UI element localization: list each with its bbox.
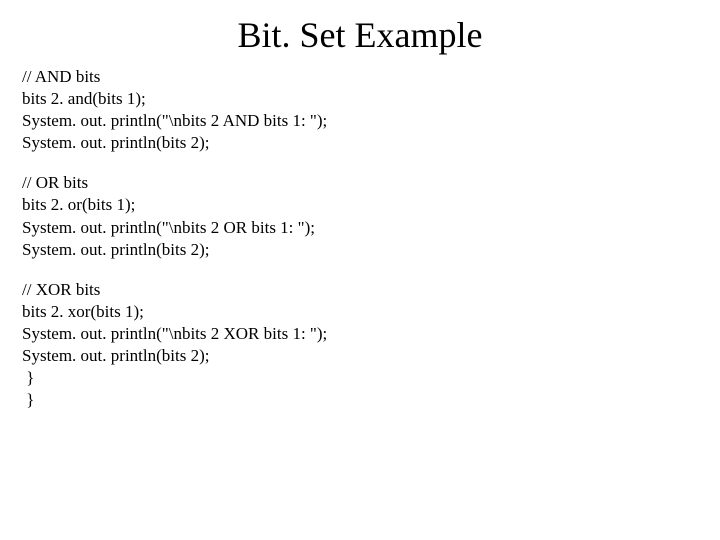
code-line: bits 2. or(bits 1);: [22, 194, 720, 216]
slide-title: Bit. Set Example: [0, 0, 720, 66]
code-line: System. out. println("\nbits 2 OR bits 1…: [22, 217, 720, 239]
code-block-and: // AND bits bits 2. and(bits 1); System.…: [22, 66, 720, 154]
slide-body: // AND bits bits 2. and(bits 1); System.…: [0, 66, 720, 411]
code-line: }: [22, 367, 720, 389]
code-line: System. out. println(bits 2);: [22, 132, 720, 154]
slide: Bit. Set Example // AND bits bits 2. and…: [0, 0, 720, 540]
code-line: bits 2. and(bits 1);: [22, 88, 720, 110]
code-line: System. out. println("\nbits 2 XOR bits …: [22, 323, 720, 345]
code-line: }: [22, 389, 720, 411]
code-line: bits 2. xor(bits 1);: [22, 301, 720, 323]
code-line: System. out. println(bits 2);: [22, 239, 720, 261]
code-block-or: // OR bits bits 2. or(bits 1); System. o…: [22, 172, 720, 260]
code-comment: // OR bits: [22, 172, 720, 194]
code-line: System. out. println(bits 2);: [22, 345, 720, 367]
code-line: System. out. println("\nbits 2 AND bits …: [22, 110, 720, 132]
code-comment: // XOR bits: [22, 279, 720, 301]
code-block-xor: // XOR bits bits 2. xor(bits 1); System.…: [22, 279, 720, 412]
code-comment: // AND bits: [22, 66, 720, 88]
